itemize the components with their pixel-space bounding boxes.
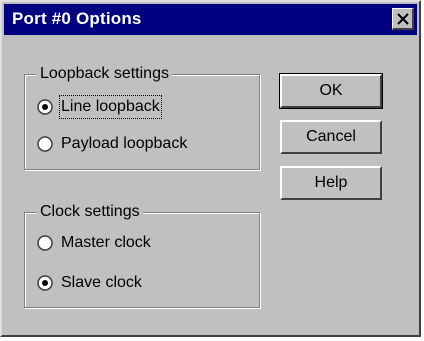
radio-unselected-icon[interactable] bbox=[37, 136, 53, 152]
payload-loopback-label: Payload loopback bbox=[61, 135, 188, 152]
radio-selected-icon[interactable] bbox=[37, 99, 53, 115]
title-bar[interactable]: Port #0 Options bbox=[4, 4, 417, 35]
clock-settings-legend: Clock settings bbox=[37, 202, 143, 222]
slave-clock-label: Slave clock bbox=[61, 274, 142, 291]
loopback-settings-group: Loopback settings Line loopback Payload … bbox=[24, 64, 260, 170]
port-options-dialog: Port #0 Options Loopback settings Line l… bbox=[0, 0, 424, 341]
close-button[interactable] bbox=[392, 8, 414, 30]
help-button[interactable]: Help bbox=[280, 166, 382, 200]
ok-button[interactable]: OK bbox=[279, 73, 383, 109]
cancel-button[interactable]: Cancel bbox=[280, 120, 382, 154]
clock-settings-group: Clock settings Master clock Slave clock bbox=[24, 202, 260, 308]
dialog-frame: Port #0 Options Loopback settings Line l… bbox=[0, 0, 421, 337]
master-clock-label: Master clock bbox=[61, 234, 151, 251]
loopback-settings-legend: Loopback settings bbox=[37, 64, 172, 84]
radio-selected-icon[interactable] bbox=[37, 275, 53, 291]
radio-unselected-icon[interactable] bbox=[37, 235, 53, 251]
window-title: Port #0 Options bbox=[12, 9, 142, 28]
line-loopback-label: Line loopback bbox=[59, 95, 162, 119]
close-icon bbox=[397, 13, 409, 25]
